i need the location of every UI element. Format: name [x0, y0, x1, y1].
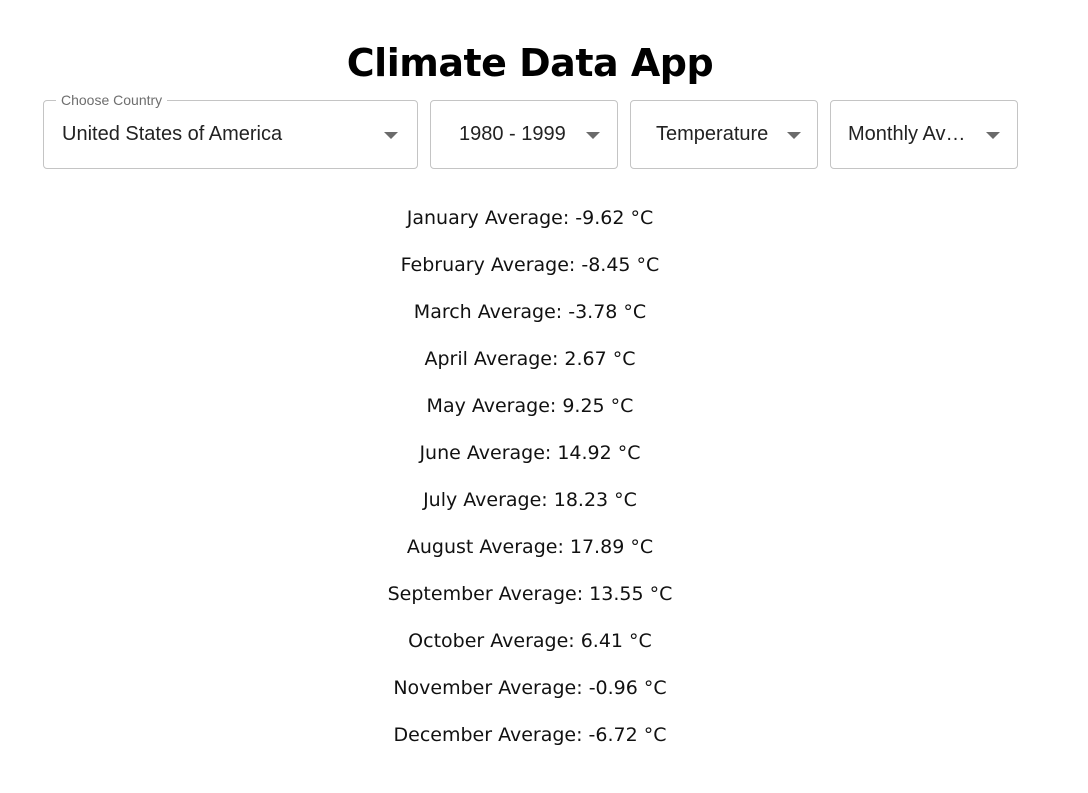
- result-november: November Average: -0.96 °C: [393, 677, 667, 699]
- chevron-down-icon: [986, 132, 1000, 139]
- statistic-select-value: Monthly Av…: [848, 123, 966, 145]
- result-may: May Average: 9.25 °C: [426, 395, 634, 417]
- country-select-value: United States of America: [62, 123, 283, 145]
- result-december: December Average: -6.72 °C: [393, 724, 667, 746]
- result-january: January Average: -9.62 °C: [406, 207, 654, 229]
- chevron-down-icon: [787, 132, 801, 139]
- period-select[interactable]: 1980 - 1999: [430, 100, 618, 169]
- variable-select-value: Temperature: [656, 123, 769, 145]
- result-february: February Average: -8.45 °C: [400, 254, 660, 276]
- result-june: June Average: 14.92 °C: [419, 442, 641, 464]
- result-april: April Average: 2.67 °C: [424, 348, 636, 370]
- variable-select[interactable]: Temperature: [630, 100, 818, 169]
- result-september: September Average: 13.55 °C: [387, 583, 673, 605]
- result-august: August Average: 17.89 °C: [406, 536, 654, 558]
- monthly-results-list: January Average: -9.62 °C February Avera…: [0, 196, 1060, 760]
- chevron-down-icon: [586, 132, 600, 139]
- statistic-select[interactable]: Monthly Av…: [830, 100, 1018, 169]
- result-march: March Average: -3.78 °C: [413, 301, 647, 323]
- chevron-down-icon: [384, 132, 398, 139]
- page-title: Climate Data App: [346, 41, 714, 86]
- country-select[interactable]: Choose Country United States of America: [43, 92, 418, 169]
- result-october: October Average: 6.41 °C: [408, 630, 652, 652]
- result-july: July Average: 18.23 °C: [423, 489, 637, 511]
- period-select-value: 1980 - 1999: [459, 123, 566, 145]
